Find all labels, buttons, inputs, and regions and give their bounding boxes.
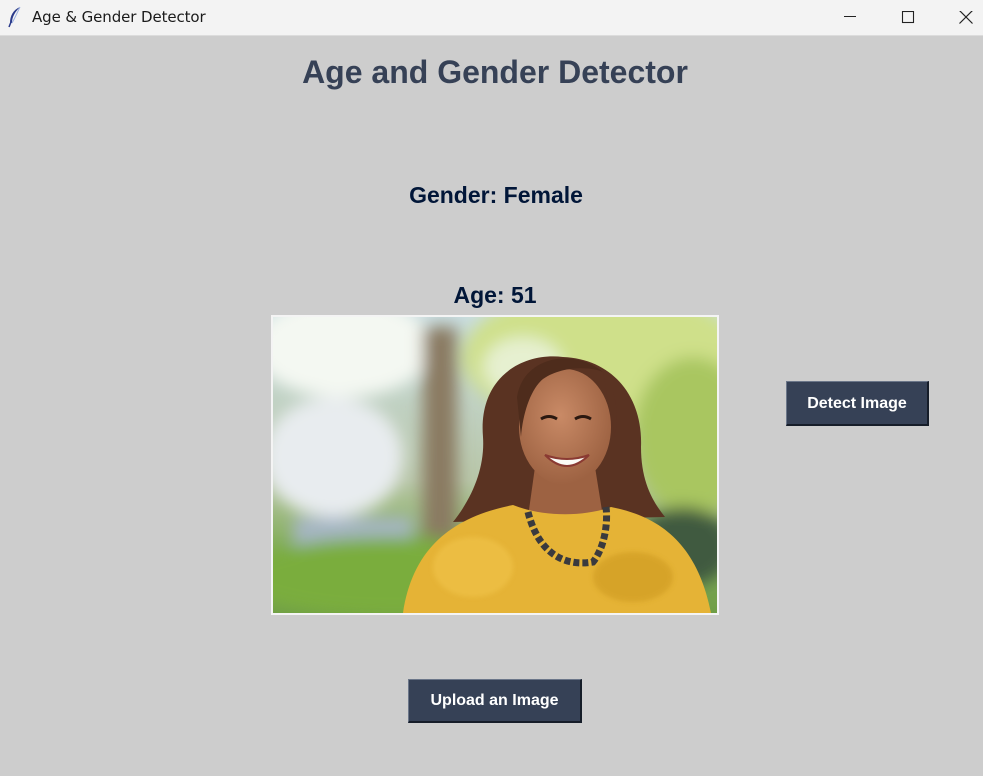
- gender-result-label: Gender: Female: [409, 182, 583, 208]
- age-result-label: Age: 51: [453, 282, 537, 308]
- minimize-button[interactable]: [821, 0, 879, 35]
- minimize-icon: [844, 16, 856, 17]
- detect-image-button[interactable]: Detect Image: [786, 381, 929, 426]
- page-title: Age and Gender Detector: [302, 54, 688, 90]
- maximize-icon: [901, 11, 915, 24]
- feather-icon: [7, 6, 23, 28]
- maximize-button[interactable]: [879, 0, 937, 35]
- title-bar[interactable]: Age & Gender Detector: [0, 0, 983, 36]
- uploaded-image: [271, 315, 719, 615]
- window-title: Age & Gender Detector: [32, 8, 206, 26]
- close-button[interactable]: [937, 0, 983, 35]
- close-icon: [959, 11, 973, 24]
- upload-image-button[interactable]: Upload an Image: [408, 679, 582, 723]
- app-window: Age & Gender Detector Age and Gender Det…: [0, 0, 983, 776]
